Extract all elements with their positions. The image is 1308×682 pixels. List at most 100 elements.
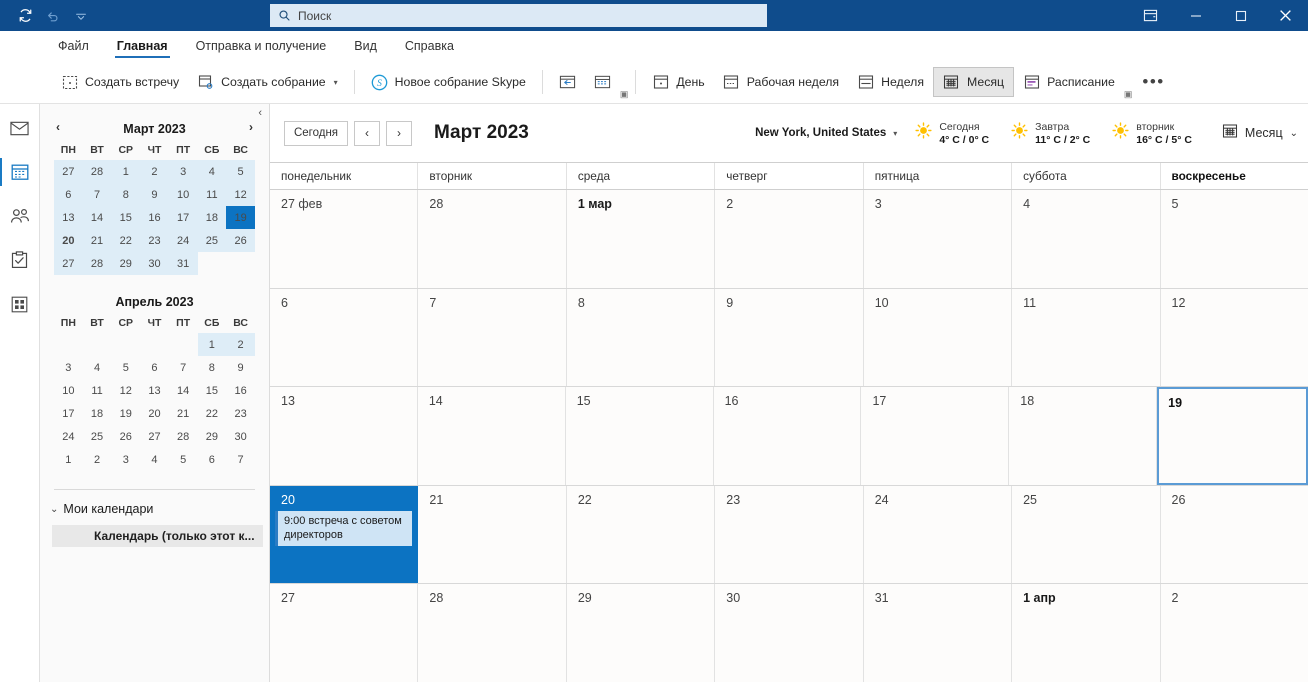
today-calendar-button[interactable] — [585, 67, 620, 97]
day-cell[interactable]: 3 — [863, 190, 1013, 288]
mini-day-cell[interactable]: 4 — [197, 160, 227, 183]
mini-day-cell[interactable]: 6 — [54, 183, 83, 206]
mini-day-cell[interactable]: 12 — [226, 183, 255, 206]
day-cell[interactable]: 4 — [1012, 190, 1161, 288]
today-button[interactable]: Сегодня — [284, 120, 348, 146]
nav-tasks-icon[interactable] — [6, 247, 34, 273]
mini-day-cell[interactable]: 6 — [198, 448, 227, 471]
mini-day-cell[interactable]: 30 — [226, 425, 255, 448]
nav-more-apps-icon[interactable] — [6, 291, 34, 317]
day-cell[interactable]: 29 — [566, 584, 716, 682]
day-cell[interactable]: 18 — [1009, 387, 1158, 485]
mini-day-cell[interactable]: 12 — [111, 379, 140, 402]
mini-day-cell[interactable]: 11 — [83, 379, 112, 402]
mini-day-cell[interactable]: 10 — [54, 379, 83, 402]
undo-icon[interactable] — [40, 4, 66, 28]
arrangement-dialog-launcher[interactable]: ▣ — [1124, 89, 1133, 101]
collapse-pane-icon[interactable]: ‹ — [258, 107, 262, 119]
day-cell[interactable]: 16 — [713, 387, 862, 485]
mini-day-cell[interactable]: 15 — [111, 206, 141, 229]
view-selector[interactable]: Месяц ⌄ — [1222, 123, 1298, 144]
mini-day-cell[interactable]: 3 — [168, 160, 198, 183]
mini-day-cell[interactable]: 10 — [168, 183, 198, 206]
mini-day-cell[interactable]: 14 — [169, 379, 198, 402]
mini-day-cell[interactable]: 2 — [83, 448, 112, 471]
mini-day-cell[interactable]: 26 — [226, 229, 255, 252]
mini-day-cell[interactable]: 11 — [197, 183, 227, 206]
mini-day-cell[interactable]: 3 — [54, 356, 83, 379]
mini-day-cell[interactable]: 1 — [197, 333, 227, 356]
mini-day-cell[interactable]: 9 — [226, 356, 255, 379]
mini-day-cell[interactable]: 29 — [111, 252, 141, 275]
day-cell[interactable]: 19 — [1157, 387, 1308, 485]
mini-day-cell[interactable]: 21 — [82, 229, 112, 252]
day-cell[interactable]: 15 — [565, 387, 714, 485]
search-input[interactable]: Поиск — [270, 4, 767, 27]
mini-prev-month-icon[interactable]: ‹ — [56, 120, 60, 134]
day-cell[interactable]: 14 — [417, 387, 566, 485]
mini-day-cell[interactable]: 14 — [82, 206, 112, 229]
mini-day-cell[interactable]: 1 — [111, 160, 141, 183]
day-cell[interactable]: 8 — [566, 288, 716, 387]
ribbon-display-options-icon[interactable] — [1128, 0, 1173, 31]
mini-day-cell[interactable]: 31 — [168, 252, 198, 275]
mini-day-cell[interactable]: 15 — [198, 379, 227, 402]
chevron-down-icon[interactable]: ⌄ — [50, 504, 58, 515]
mini-calendar-april-grid[interactable]: ПН ВТ СР ЧТ ПТ СБ ВС 1 2 3 4 5 6 7 8 9 10 11 12 13 14… — [54, 313, 255, 471]
new-skype-meeting-button[interactable]: S Новое собрание Skype — [362, 67, 535, 97]
week-view-button[interactable]: Неделя — [848, 67, 933, 97]
mini-day-cell[interactable]: 4 — [83, 356, 112, 379]
day-cell[interactable]: 28 — [418, 190, 567, 288]
day-cell[interactable]: 27 фев — [270, 190, 419, 288]
chevron-down-icon[interactable]: ▾ — [893, 129, 897, 138]
mini-day-cell[interactable]: 16 — [140, 206, 169, 229]
day-cell[interactable]: 24 — [863, 485, 1013, 584]
day-cell[interactable]: 20 9:00 встреча с советом директоров — [270, 485, 419, 584]
mini-day-cell[interactable]: 6 — [140, 356, 169, 379]
mini-day-cell[interactable]: 22 — [198, 402, 227, 425]
tab-home[interactable]: Главная — [103, 31, 182, 61]
mini-day-cell[interactable]: 4 — [140, 448, 169, 471]
mini-day-cell[interactable]: 5 — [226, 160, 255, 183]
work-week-view-button[interactable]: Рабочая неделя — [714, 67, 848, 97]
mini-day-cell[interactable]: 27 — [54, 160, 83, 183]
tab-help[interactable]: Справка — [391, 31, 468, 61]
day-cell[interactable]: 11 — [1012, 288, 1161, 387]
day-cell[interactable]: 25 — [1012, 485, 1161, 584]
mini-day-cell[interactable]: 18 — [197, 206, 227, 229]
nav-people-icon[interactable] — [6, 203, 34, 229]
calendar-event[interactable]: 9:00 встреча с советом директоров — [275, 510, 413, 546]
mini-day-cell[interactable]: 17 — [168, 206, 198, 229]
day-cell[interactable]: 10 — [863, 288, 1013, 387]
mini-next-month-icon[interactable]: › — [249, 120, 253, 134]
day-cell[interactable]: 22 — [566, 485, 716, 584]
nav-mail-icon[interactable] — [6, 115, 34, 141]
mini-day-cell[interactable]: 28 — [82, 252, 112, 275]
nav-calendar-icon[interactable] — [0, 158, 34, 186]
chevron-down-icon[interactable]: ▾ — [334, 78, 338, 87]
day-cell[interactable]: 17 — [861, 387, 1010, 485]
day-cell[interactable]: 2 — [1160, 584, 1308, 682]
new-appointment-button[interactable]: Создать встречу — [52, 67, 188, 97]
mini-day-cell[interactable]: 19 — [226, 206, 255, 229]
mini-day-cell[interactable]: 7 — [169, 356, 198, 379]
minimize-icon[interactable] — [1173, 0, 1218, 31]
mini-day-cell[interactable]: 25 — [83, 425, 112, 448]
mini-day-cell[interactable]: 7 — [82, 183, 112, 206]
day-view-button[interactable]: День — [643, 67, 713, 97]
new-meeting-button[interactable]: Создать собрание ▾ — [188, 67, 347, 97]
day-cell[interactable]: 2 — [715, 190, 864, 288]
my-calendars-group[interactable]: ⌄ Мои календари — [46, 490, 263, 516]
mini-day-cell[interactable]: 13 — [54, 206, 83, 229]
weather-location[interactable]: New York, United States — [755, 127, 886, 139]
mini-day-cell[interactable]: 23 — [226, 402, 255, 425]
mini-day-cell[interactable]: 28 — [82, 160, 112, 183]
sync-icon[interactable] — [12, 4, 38, 28]
mini-day-cell[interactable]: 24 — [168, 229, 198, 252]
mini-day-cell[interactable]: 28 — [169, 425, 198, 448]
day-cell[interactable]: 21 — [418, 485, 567, 584]
chevron-down-icon[interactable]: ⌄ — [1290, 128, 1298, 139]
day-cell[interactable]: 7 — [418, 288, 567, 387]
tab-file[interactable]: Файл — [44, 31, 103, 61]
customize-qat-icon[interactable] — [68, 4, 94, 28]
